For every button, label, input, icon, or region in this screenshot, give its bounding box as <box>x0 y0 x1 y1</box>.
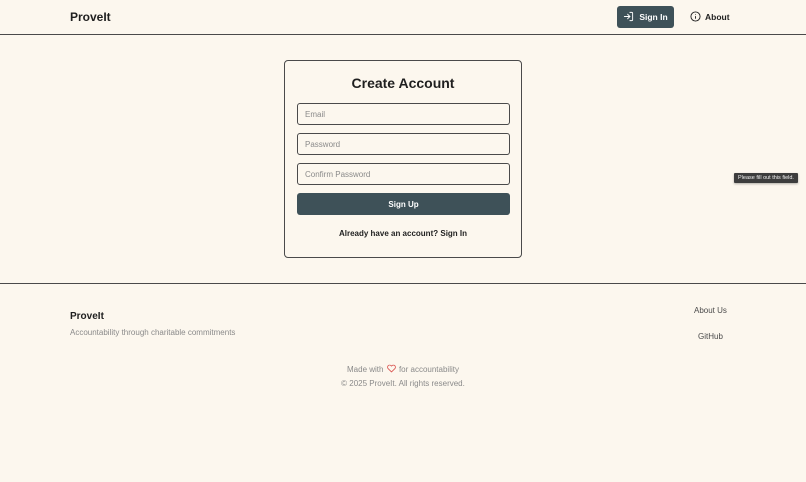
brand-logo[interactable]: ProveIt <box>70 10 111 24</box>
footer-tagline: Accountability through charitable commit… <box>70 328 236 337</box>
sign-in-label: Sign In <box>639 12 668 22</box>
email-field[interactable] <box>297 103 510 125</box>
create-account-card: Create Account Sign Up Already have an a… <box>284 60 522 258</box>
info-icon <box>690 10 701 24</box>
made-with-suffix: for accountability <box>398 365 459 374</box>
footer-brand: ProveIt <box>70 311 104 322</box>
switch-prompt: Already have an account? <box>338 229 439 238</box>
sign-up-button[interactable]: Sign Up <box>297 193 510 215</box>
made-with-prefix: Made with <box>347 365 384 374</box>
confirm-password-field[interactable] <box>297 163 510 185</box>
validation-tooltip: Please fill out this field. <box>734 173 798 183</box>
header-sign-in-button[interactable]: Sign In <box>617 6 674 28</box>
header-about-link[interactable]: About <box>690 6 730 28</box>
page-title: Create Account <box>351 75 455 91</box>
footer-link-about-us[interactable]: About Us <box>694 306 727 315</box>
made-with-text: Made with for accountability <box>0 364 806 374</box>
sign-in-link[interactable]: Sign In <box>440 229 467 238</box>
copyright: © 2025 ProveIt. All rights reserved. <box>341 379 465 388</box>
site-header: ProveIt Sign In About <box>0 0 806 35</box>
sign-in-icon <box>623 11 634 24</box>
about-label: About <box>705 12 730 22</box>
password-field[interactable] <box>297 133 510 155</box>
heart-icon <box>386 364 399 374</box>
switch-to-sign-in: Already have an account? Sign In <box>285 229 521 238</box>
footer-link-github[interactable]: GitHub <box>698 332 723 341</box>
footer-divider <box>0 283 806 284</box>
